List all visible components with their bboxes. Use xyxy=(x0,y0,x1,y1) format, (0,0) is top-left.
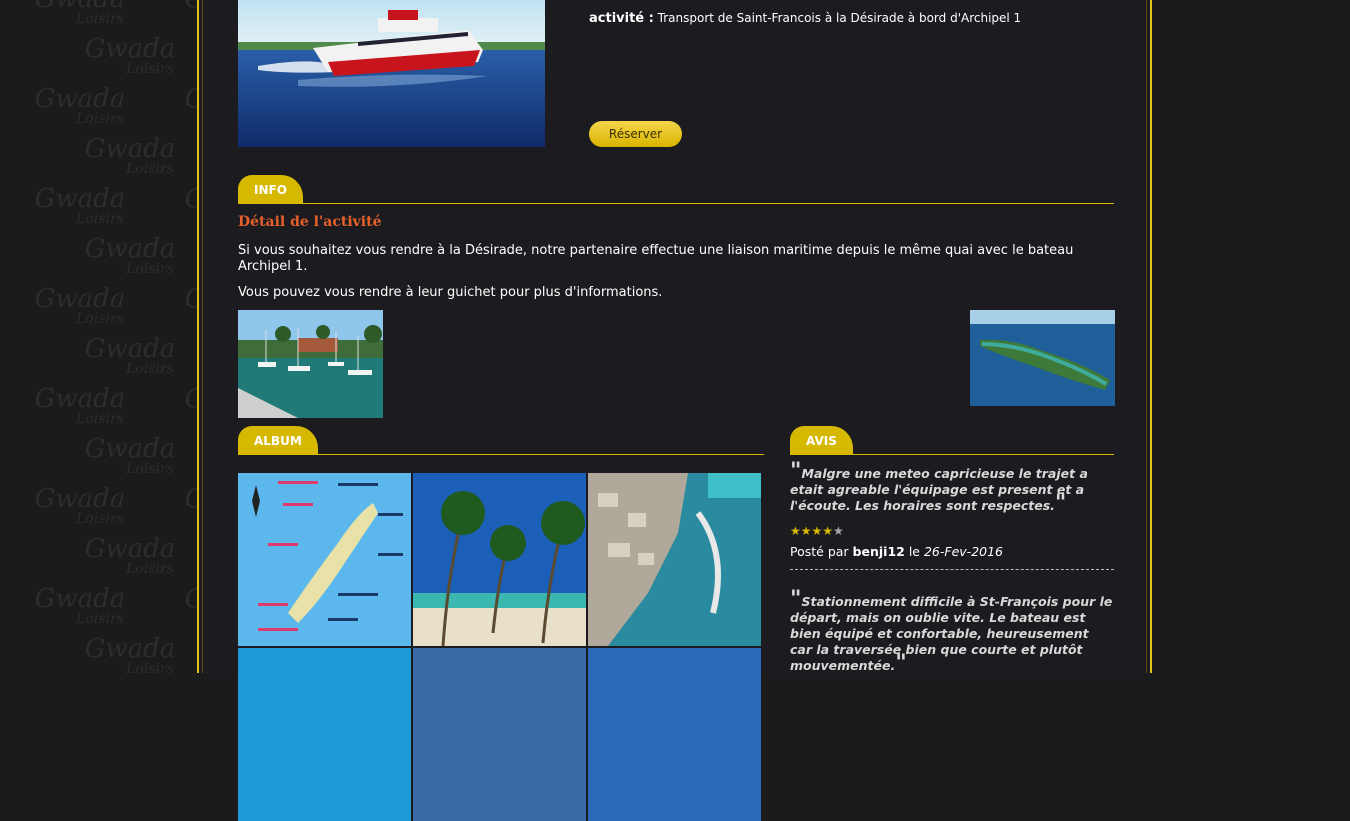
review-date: 26-Fev-2016 xyxy=(923,544,1004,559)
avis-divider xyxy=(790,454,1114,455)
album-tab: ALBUM xyxy=(238,426,318,454)
review-separator xyxy=(790,569,1114,570)
info-divider xyxy=(238,203,1114,204)
review-1-text-block: "Malgre une meteo capricieuse le trajet … xyxy=(790,461,1114,516)
watermark-tile: GwadaLoisirs xyxy=(34,384,126,427)
album-divider xyxy=(238,454,764,455)
activity-line: activité : Transport de Saint-Francois à… xyxy=(589,11,1021,26)
album-map-photo[interactable] xyxy=(238,473,411,646)
avis-tab: AVIS xyxy=(790,426,853,454)
watermark-tile: GwadaLoisirs xyxy=(34,484,126,527)
watermark-tile: GwadaLoisirs xyxy=(34,284,126,327)
boat-photo xyxy=(238,0,545,147)
review-1-text: Malgre une meteo capricieuse le trajet a… xyxy=(790,466,1088,513)
album-photo-6[interactable] xyxy=(588,648,761,821)
watermark-tile: GwadaLoisirs xyxy=(35,0,126,27)
review-1-rating: ★★★★★ xyxy=(790,524,1114,538)
island-aerial-photo[interactable] xyxy=(970,310,1115,406)
info-paragraph-1: Si vous souhaitez vous rendre à la Désir… xyxy=(238,243,1074,274)
star-icon: ★★★★ xyxy=(790,524,834,538)
review-2-text: Stationnement difficile à St-François po… xyxy=(790,594,1113,673)
activity-label: activité : xyxy=(589,11,654,26)
album-harbor-aerial-photo[interactable] xyxy=(588,473,761,646)
date-prefix: le xyxy=(908,544,920,559)
review-author: benji12 xyxy=(852,544,905,559)
review-2: "Stationnement difficile à St-François p… xyxy=(790,589,1114,676)
detail-title: Détail de l'activité xyxy=(238,214,382,230)
main-content: activité : Transport de Saint-Francois à… xyxy=(197,0,1152,821)
open-quote-icon: " xyxy=(790,459,802,484)
posted-prefix: Posté par xyxy=(790,544,849,559)
album-beach-photo[interactable] xyxy=(413,473,586,646)
album-photo-5[interactable] xyxy=(413,648,586,821)
marina-photo[interactable] xyxy=(238,310,383,418)
reserve-button[interactable]: Réserver xyxy=(589,121,682,147)
album-photo-4[interactable] xyxy=(238,648,411,821)
star-empty-icon: ★ xyxy=(833,524,844,538)
info-paragraph-2: Vous pouvez vous rendre à leur guichet p… xyxy=(238,285,663,300)
open-quote-icon: " xyxy=(790,587,802,612)
review-2-text-block: "Stationnement difficile à St-François p… xyxy=(790,589,1114,676)
review-1: "Malgre une meteo capricieuse le trajet … xyxy=(790,461,1114,570)
close-quote-icon: " xyxy=(895,651,907,676)
watermark-tile: GwadaLoisirs xyxy=(34,584,126,627)
activity-value: Transport de Saint-Francois à la Désirad… xyxy=(657,11,1022,25)
review-1-meta: Posté par benji12 le 26-Fev-2016 xyxy=(790,544,1114,559)
info-tab: INFO xyxy=(238,175,303,203)
close-quote-icon: " xyxy=(1054,491,1067,516)
watermark-tile: GwadaLoisirs xyxy=(34,184,126,227)
watermark-tile: GwadaLoisirs xyxy=(34,84,126,127)
